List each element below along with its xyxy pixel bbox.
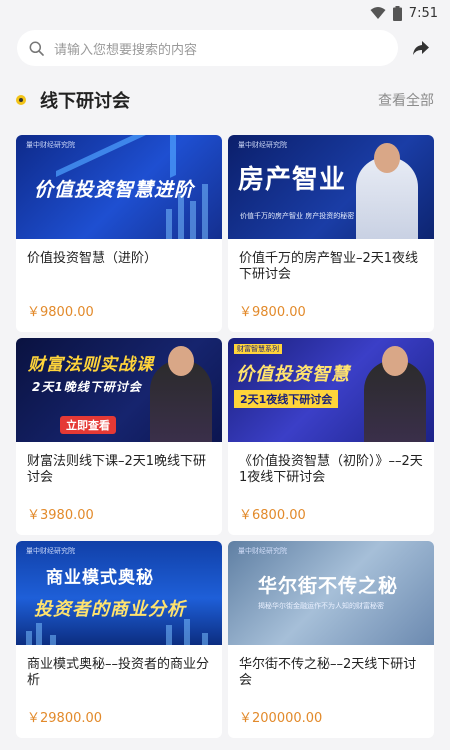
card-thumbnail: 财富法则实战课 2天1晚线下研讨会 立即查看: [16, 338, 222, 442]
thumb-logo: 量中财经研究院: [26, 141, 75, 149]
speaker-photo: [150, 346, 212, 442]
thumb-caption: 价值千万的房产智业 房产投资的秘密: [240, 212, 355, 220]
thumb-subheadline: 2天1夜线下研讨会: [234, 390, 339, 408]
seminar-card[interactable]: 财富法则实战课 2天1晚线下研讨会 立即查看 财富法则线下课–2天1晚线下研讨会…: [16, 338, 222, 535]
search-placeholder: 请输入您想要搜索的内容: [54, 42, 198, 58]
seminar-card[interactable]: 财富智慧系列 价值投资智慧 2天1夜线下研讨会 《价值投资智慧（初阶）》––2天…: [228, 338, 434, 535]
card-thumbnail: 量中财经研究院 商业模式奥秘 投资者的商业分析: [16, 541, 222, 645]
thumb-logo: 量中财经研究院: [26, 547, 75, 555]
thumb-logo: 量中财经研究院: [238, 547, 287, 555]
search-icon: [29, 41, 44, 56]
share-icon: [413, 41, 429, 55]
speaker-photo: [356, 143, 418, 239]
view-all-link[interactable]: 查看全部: [378, 90, 434, 110]
thumb-caption: 揭秘华尔街金融运作不为人知的财富秘密: [258, 602, 384, 610]
battery-icon: [392, 5, 402, 21]
card-price: ￥29800.00: [27, 711, 103, 726]
section-dot-icon: [16, 95, 26, 105]
seminar-card[interactable]: 量中财经研究院 价值投资智慧进阶 价值投资智慧（进阶） ￥9800.00: [16, 135, 222, 332]
status-time: 7:51: [408, 5, 438, 21]
card-title: 华尔街不传之秘––2天线下研讨会: [239, 657, 417, 688]
section-header: 线下研讨会 查看全部: [16, 86, 434, 114]
thumb-view-now-badge: 立即查看: [60, 416, 116, 434]
thumb-headline: 价值投资智慧进阶: [34, 179, 195, 201]
thumb-headline: 价值投资智慧: [236, 364, 350, 385]
share-button[interactable]: [406, 33, 436, 63]
card-price: ￥200000.00: [239, 711, 323, 726]
search-input[interactable]: 请输入您想要搜索的内容: [17, 30, 398, 66]
thumb-headline: 商业模式奥秘: [46, 568, 154, 588]
thumb-subheadline: 2天1晚线下研讨会: [32, 380, 142, 394]
card-title: 价值投资智慧（进阶）: [27, 251, 158, 266]
status-bar: 7:51: [0, 0, 450, 26]
card-price: ￥9800.00: [239, 305, 306, 320]
seminar-card[interactable]: 量中财经研究院 华尔街不传之秘 揭秘华尔街金融运作不为人知的财富秘密 华尔街不传…: [228, 541, 434, 738]
thumb-logo: 量中财经研究院: [238, 141, 287, 149]
search-row: 请输入您想要搜索的内容: [17, 30, 436, 66]
card-title: 价值千万的房产智业–2天1夜线下研讨会: [239, 251, 419, 282]
speaker-photo: [364, 346, 426, 442]
thumb-subheadline: 投资者的商业分析: [34, 599, 186, 620]
thumb-headline: 华尔街不传之秘: [258, 575, 399, 597]
card-price: ￥9800.00: [27, 305, 94, 320]
card-thumbnail: 量中财经研究院 价值投资智慧进阶: [16, 135, 222, 239]
seminar-card[interactable]: 量中财经研究院 房产智业 价值千万的房产智业 房产投资的秘密 价值千万的房产智业…: [228, 135, 434, 332]
card-thumbnail: 量中财经研究院 华尔街不传之秘 揭秘华尔街金融运作不为人知的财富秘密: [228, 541, 434, 645]
card-title: 《价值投资智慧（初阶）》––2天1夜线下研讨会: [239, 454, 423, 485]
card-price: ￥6800.00: [239, 508, 306, 523]
card-title: 商业模式奥秘––投资者的商业分析: [27, 657, 210, 688]
card-price: ￥3980.00: [27, 508, 94, 523]
wifi-icon: [370, 7, 386, 19]
card-title: 财富法则线下课–2天1晚线下研讨会: [27, 454, 207, 485]
seminar-card[interactable]: 量中财经研究院 商业模式奥秘 投资者的商业分析 商业模式奥秘––投资者的商业分析…: [16, 541, 222, 738]
thumb-series-tag: 财富智慧系列: [234, 344, 282, 354]
seminar-grid: 量中财经研究院 价值投资智慧进阶 价值投资智慧（进阶） ￥9800.00 量中财…: [16, 135, 434, 738]
section-title: 线下研讨会: [40, 91, 130, 112]
card-thumbnail: 量中财经研究院 房产智业 价值千万的房产智业 房产投资的秘密: [228, 135, 434, 239]
card-thumbnail: 财富智慧系列 价值投资智慧 2天1夜线下研讨会: [228, 338, 434, 442]
thumb-headline: 财富法则实战课: [28, 355, 154, 375]
thumb-headline: 房产智业: [238, 165, 347, 195]
